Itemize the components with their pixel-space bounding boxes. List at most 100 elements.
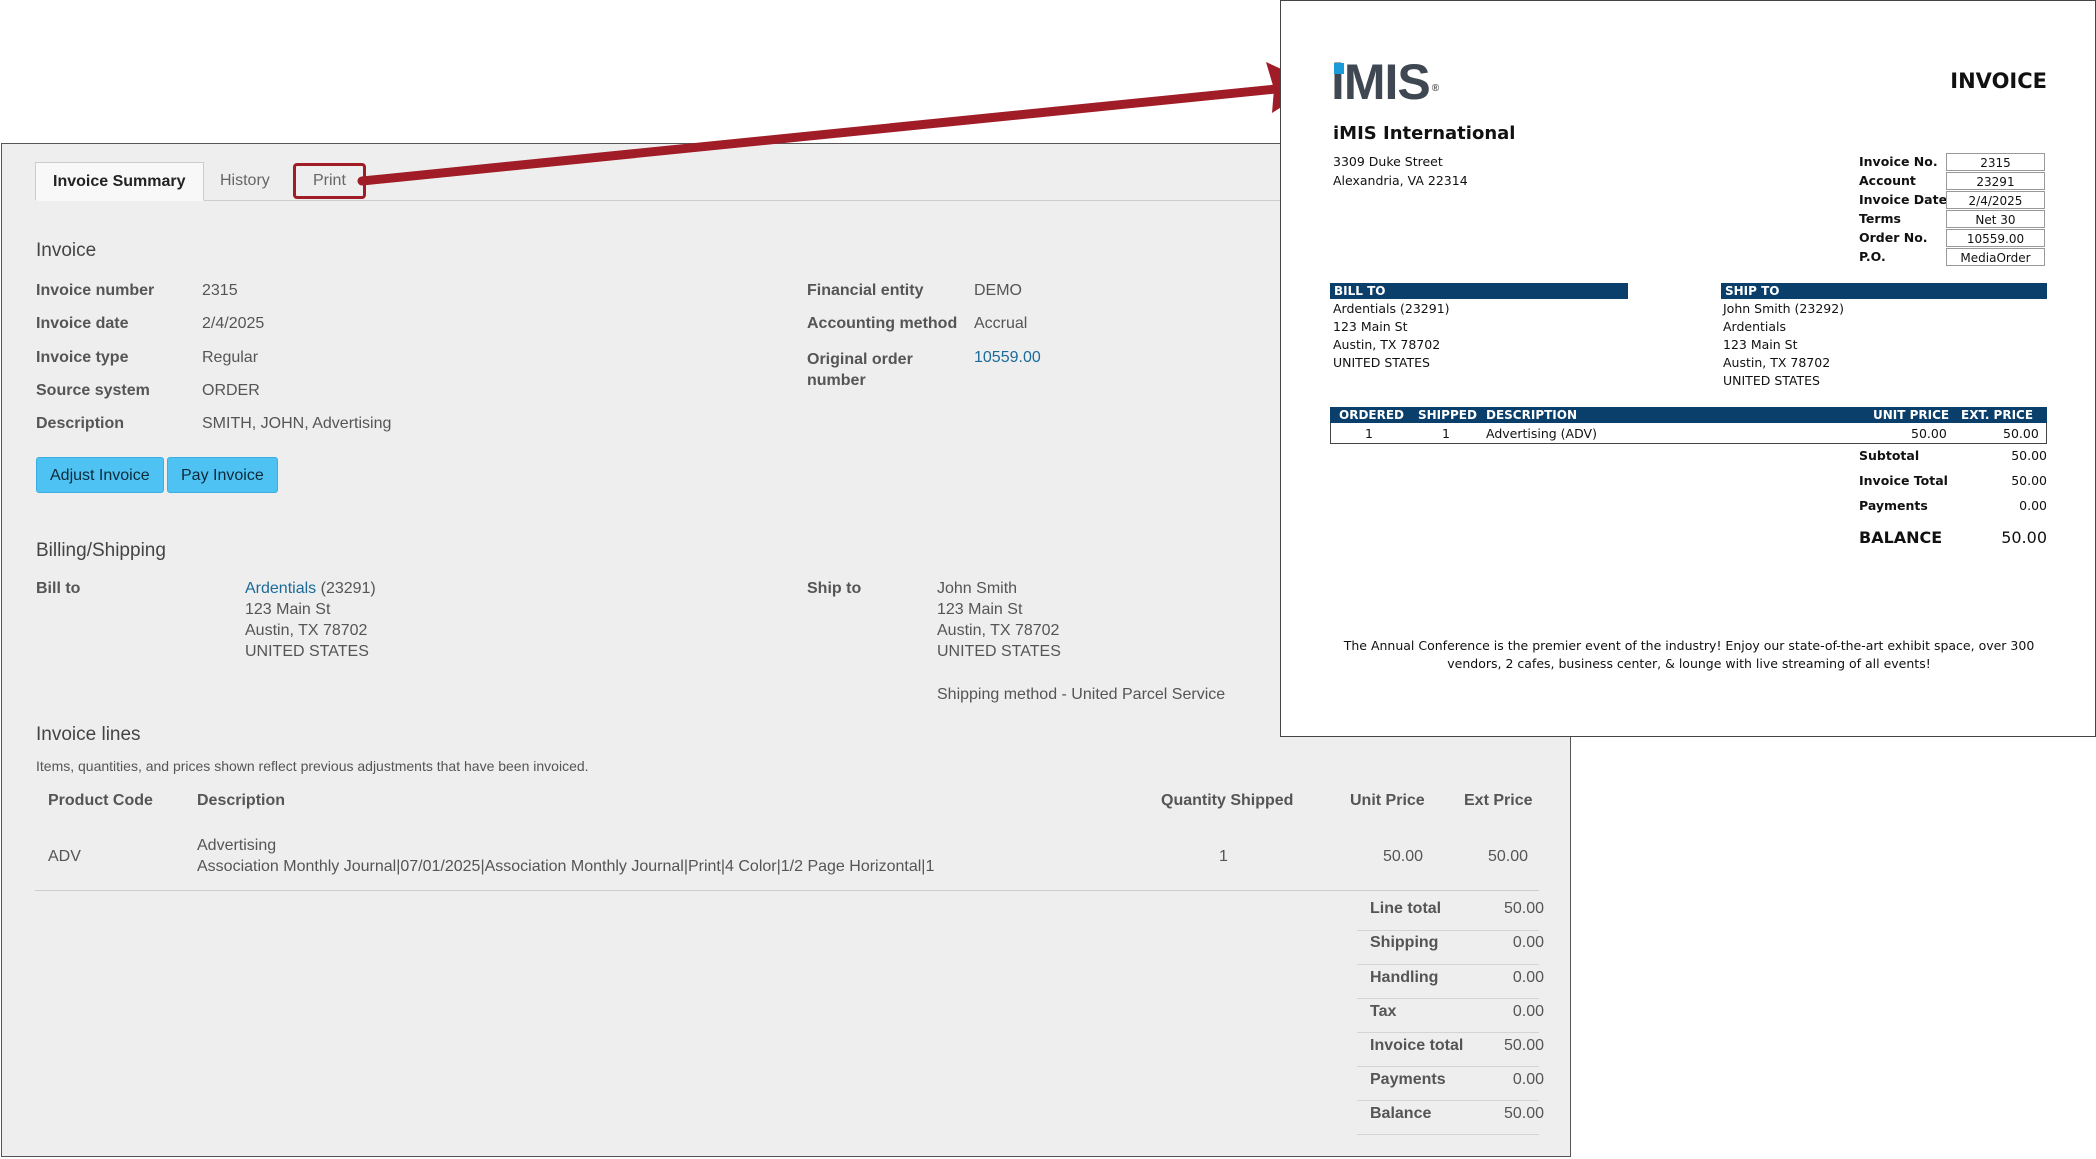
bill-to-address-line: 123 Main St — [245, 601, 331, 618]
tab-invoice-summary[interactable]: Invoice Summary — [35, 162, 204, 201]
tax-value: 0.00 — [1512, 1003, 1544, 1020]
ship-to-header: SHIP TO — [1721, 283, 2047, 299]
billing-section-title: Billing/Shipping — [36, 540, 166, 561]
tax-label: Tax — [1370, 1003, 1397, 1020]
adjust-invoice-button[interactable]: Adjust Invoice — [36, 457, 164, 493]
row-quantity: 1 — [1219, 848, 1228, 865]
column-header-ext-price: Ext Price — [1464, 792, 1533, 809]
meta-value: 10559.00 — [1946, 229, 2045, 247]
company-address-line: Alexandria, VA 22314 — [1333, 173, 1468, 188]
logo-text: iMIS — [1331, 54, 1431, 110]
description-value: SMITH, JOHN, Advertising — [202, 415, 392, 432]
shipping-method: Shipping method - United Parcel Service — [937, 686, 1226, 703]
printed-line-description: Advertising (ADV) — [1486, 426, 1597, 441]
invoice-date-label: Invoice date — [36, 315, 129, 332]
totals-divider — [1357, 964, 1539, 965]
source-system-label: Source system — [36, 382, 150, 399]
printed-balance-label: BALANCE — [1859, 528, 1943, 547]
invoice-date-value: 2/4/2025 — [202, 315, 265, 332]
printed-bill-to-line: Ardentials (23291) — [1333, 301, 1450, 316]
meta-label: Order No. — [1859, 230, 1928, 245]
invoice-lines-note: Items, quantities, and prices shown refl… — [36, 758, 589, 774]
source-system-value: ORDER — [202, 382, 260, 399]
handling-label: Handling — [1370, 969, 1439, 986]
meta-label: P.O. — [1859, 249, 1886, 264]
meta-value: 2/4/2025 — [1946, 191, 2045, 209]
printed-bill-to-line: Austin, TX 78702 — [1333, 337, 1441, 352]
printed-balance-value: 50.00 — [2001, 528, 2047, 547]
row-unit-price: 50.00 — [1383, 848, 1424, 865]
printed-invoice-total-value: 50.00 — [2011, 473, 2047, 488]
tab-print[interactable]: Print — [293, 163, 366, 199]
meta-label: Terms — [1859, 211, 1901, 226]
printed-ship-to-line: 123 Main St — [1723, 337, 1798, 352]
totals-divider — [1357, 1066, 1539, 1067]
description-label: Description — [36, 415, 125, 432]
printed-bill-to-line: 123 Main St — [1333, 319, 1408, 334]
column-header-quantity-shipped: Quantity Shipped — [1161, 792, 1294, 809]
ship-to-address-line: UNITED STATES — [937, 643, 1061, 660]
balance-value: 50.00 — [1503, 1105, 1544, 1122]
totals-divider — [1357, 1134, 1539, 1135]
totals-divider — [1357, 1032, 1539, 1033]
financial-entity-label: Financial entity — [807, 282, 924, 299]
invoice-number-label: Invoice number — [36, 282, 155, 299]
balance-label: Balance — [1370, 1105, 1432, 1122]
meta-label: Invoice No. — [1859, 154, 1938, 169]
printed-payments-label: Payments — [1859, 498, 1928, 513]
meta-label: Invoice Date — [1859, 192, 1948, 207]
invoice-total-value: 50.00 — [1503, 1037, 1544, 1054]
printed-line-shipped: 1 — [1442, 426, 1450, 441]
printed-ship-to-line: UNITED STATES — [1723, 373, 1820, 388]
printed-subtotal-label: Subtotal — [1859, 448, 1920, 463]
ship-to-address-line: 123 Main St — [937, 601, 1023, 618]
column-header-product-code: Product Code — [48, 792, 153, 809]
ship-to-label: Ship to — [807, 580, 862, 597]
tab-history[interactable]: History — [203, 162, 287, 200]
original-order-number-link[interactable]: 10559.00 — [974, 349, 1041, 367]
printed-bill-to-line: UNITED STATES — [1333, 355, 1430, 370]
row-description-detail: Association Monthly Journal|07/01/2025|A… — [197, 858, 935, 875]
printed-ship-to-line: John Smith (23292) — [1723, 301, 1845, 316]
invoice-number-value: 2315 — [202, 282, 238, 299]
bill-to-id: (23291) — [320, 580, 376, 597]
company-address-line: 3309 Duke Street — [1333, 154, 1443, 169]
accounting-method-label: Accounting method — [807, 315, 958, 332]
bill-to-link[interactable]: Ardentials — [245, 580, 316, 597]
shipping-value: 0.00 — [1512, 934, 1544, 951]
payments-label: Payments — [1370, 1071, 1446, 1088]
bill-to-address-line: Austin, TX 78702 — [245, 622, 368, 639]
printed-line-ext-price: 50.00 — [2003, 426, 2039, 441]
printed-col-unit-price: UNIT PRICE — [1873, 408, 1950, 422]
totals-divider — [1357, 998, 1539, 999]
printed-line-ordered: 1 — [1365, 426, 1373, 441]
printed-col-ordered: ORDERED — [1339, 408, 1404, 422]
printed-subtotal-value: 50.00 — [2011, 448, 2047, 463]
company-name: iMIS International — [1333, 123, 1516, 144]
bill-to-name: Ardentials (23291) — [245, 580, 376, 598]
meta-value: 23291 — [1946, 172, 2045, 190]
invoice-total-label: Invoice total — [1370, 1037, 1464, 1054]
invoice-type-value: Regular — [202, 349, 259, 366]
pay-invoice-button[interactable]: Pay Invoice — [167, 457, 278, 493]
original-order-number-label: Original order number — [807, 351, 913, 389]
line-total-label: Line total — [1370, 900, 1442, 917]
meta-value: 2315 — [1946, 153, 2045, 171]
meta-value: MediaOrder — [1946, 248, 2045, 266]
logo-accent — [1334, 63, 1344, 74]
printed-line-unit-price: 50.00 — [1911, 426, 1947, 441]
shipping-label: Shipping — [1370, 934, 1439, 951]
bill-to-address-line: UNITED STATES — [245, 643, 369, 660]
ship-to-address-line: Austin, TX 78702 — [937, 622, 1060, 639]
imis-logo: iMIS ® — [1331, 53, 1439, 111]
printed-invoice-total-label: Invoice Total — [1859, 473, 1948, 488]
financial-entity-value: DEMO — [974, 282, 1022, 299]
row-description-link[interactable]: Advertising — [197, 837, 276, 855]
accounting-method-value: Accrual — [974, 315, 1028, 332]
printed-col-ext-price: EXT. PRICE — [1961, 408, 2034, 422]
totals-divider — [1357, 1100, 1539, 1101]
row-product-code: ADV — [48, 848, 81, 865]
printed-payments-value: 0.00 — [2019, 498, 2047, 513]
invoice-lines-title: Invoice lines — [36, 724, 141, 745]
row-ext-price: 50.00 — [1488, 848, 1529, 865]
